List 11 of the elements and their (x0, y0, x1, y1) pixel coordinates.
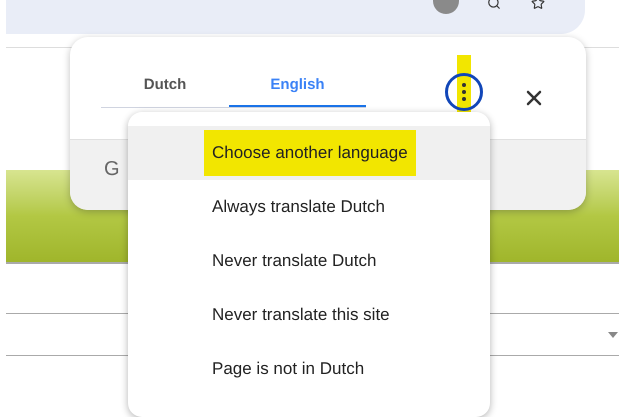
menu-item[interactable]: Never translate this site (128, 288, 490, 342)
menu-item[interactable]: Choose another language (128, 126, 490, 180)
search-icon[interactable] (485, 0, 503, 10)
menu-item[interactable]: Always translate Dutch (128, 180, 490, 234)
footer-text: G (104, 157, 120, 182)
language-tab[interactable]: English (229, 65, 366, 107)
language-tab[interactable]: Dutch (101, 65, 229, 107)
menu-item[interactable]: Page is not in Dutch (128, 342, 490, 396)
dropdown-caret-icon[interactable] (608, 332, 618, 338)
star-icon[interactable] (529, 0, 547, 10)
menu-item[interactable]: Never translate Dutch (128, 234, 490, 288)
